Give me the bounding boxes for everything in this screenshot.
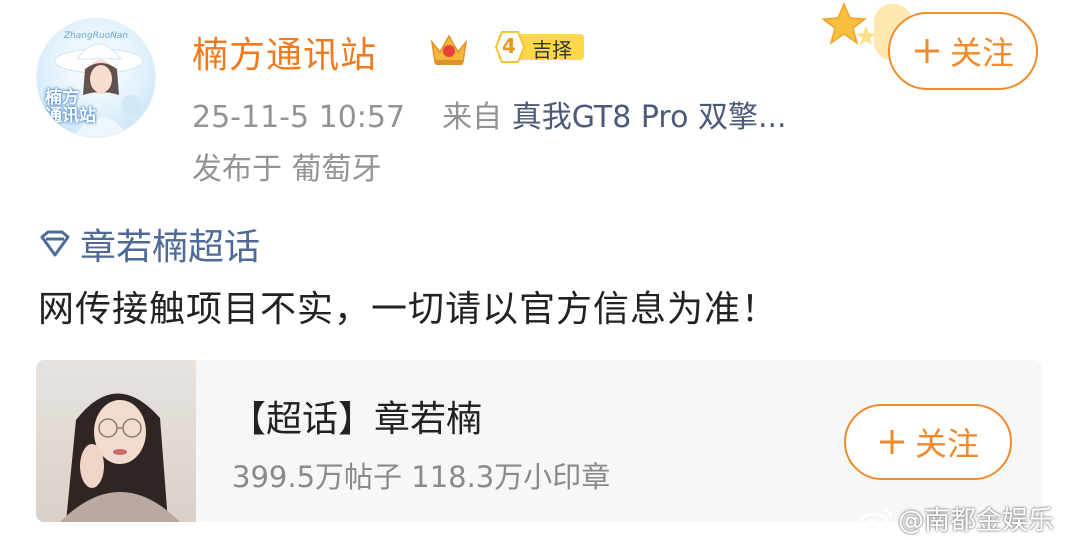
- weibo-post: ZhangRuoNan 楠方 通讯站 楠方通讯站 4 吉择 25-11-5 10…: [0, 0, 1072, 540]
- watermark: @南都金娱乐: [858, 500, 1054, 537]
- avatar-script-text: ZhangRuoNan: [63, 31, 129, 41]
- follow-button-label: 关注: [949, 34, 1014, 72]
- card-portrait-image: [60, 393, 180, 522]
- plus-icon: [879, 430, 904, 454]
- post-meta: 25-11-5 10:57 来自 真我GT8 Pro 双擎...: [192, 92, 787, 136]
- card-title: 【超话】章若楠: [230, 399, 483, 440]
- level-number: 4: [502, 34, 516, 58]
- avatar-label: 楠方 通讯站: [45, 89, 115, 125]
- post-timestamp: 25-11-5 10:57: [192, 100, 406, 135]
- avatar-label-text: 楠方 通讯站: [45, 88, 96, 126]
- super-topic-label: 章若楠超话: [80, 227, 261, 268]
- super-topic-icon: [40, 230, 70, 257]
- plus-icon: [914, 39, 939, 63]
- super-topic-link[interactable]: 章若楠超话: [36, 218, 260, 270]
- avatar[interactable]: ZhangRuoNan 楠方 通讯站: [36, 18, 156, 138]
- post-text: 网传接触项目不实，一切请以官方信息为准！: [38, 289, 779, 330]
- card-stats: 399.5万帖子 118.3万小印章: [232, 460, 611, 494]
- follow-button[interactable]: 关注: [888, 12, 1038, 90]
- author-name[interactable]: 楠方通讯站: [192, 26, 377, 78]
- watermark-text: @南都金娱乐: [898, 506, 1055, 536]
- post-location: 发布于 葡萄牙: [192, 152, 382, 187]
- source-device[interactable]: 真我GT8 Pro 双擎...: [512, 100, 787, 135]
- weibo-logo-icon: [859, 508, 893, 531]
- level-label: 吉择: [532, 38, 572, 62]
- card-follow-label: 关注: [914, 425, 979, 463]
- source-label: 来自: [442, 100, 503, 135]
- card-follow-button[interactable]: 关注: [844, 404, 1012, 480]
- level-badge: 4 吉择: [502, 34, 572, 63]
- card-thumbnail: [36, 360, 196, 522]
- super-topic-card[interactable]: 【超话】章若楠 399.5万帖子 118.3万小印章 关注: [36, 360, 1042, 522]
- crown-icon: [430, 34, 468, 65]
